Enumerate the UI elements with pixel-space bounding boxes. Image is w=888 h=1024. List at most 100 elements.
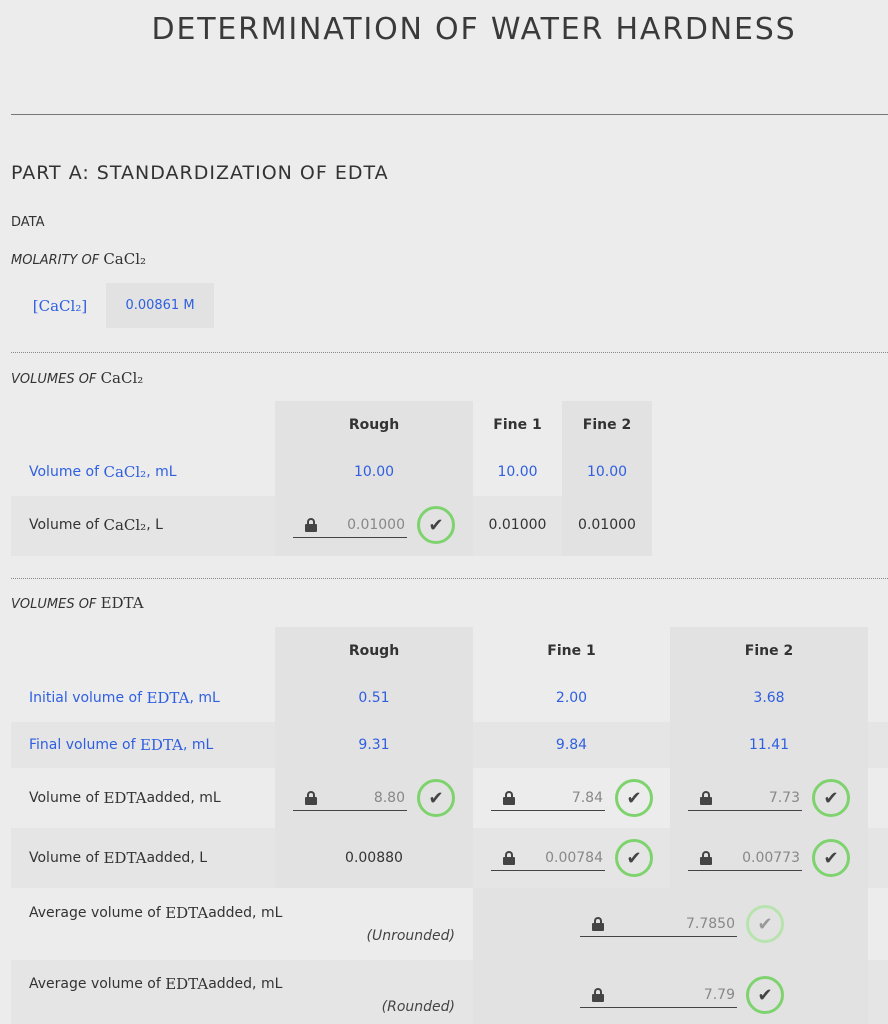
label-pre: Volume of — [29, 790, 100, 806]
label-chem: EDTA — [165, 904, 209, 922]
header-rough: Rough — [348, 643, 400, 659]
final-rough[interactable]: 9.31 — [275, 725, 473, 765]
label-post: , mL — [182, 737, 214, 753]
label-post: added, mL — [146, 790, 221, 806]
avg-rounded-value: 7.79 — [703, 986, 735, 1003]
lock-icon — [592, 916, 604, 931]
added-ml-rough-value: 8.80 — [373, 789, 405, 806]
label-pre: Volume of — [29, 850, 100, 866]
lock-icon — [305, 517, 317, 532]
vol-cacl2-heading-prefix: VOLUMES OF — [11, 372, 97, 387]
cacl2-ml-rough[interactable]: 10.00 — [275, 452, 473, 492]
label-chem: EDTA — [146, 689, 190, 707]
row-label-initial: Initial volume of EDTA, mL — [29, 678, 220, 718]
label-pre: Average volume of — [29, 976, 161, 992]
label-chem: EDTA — [139, 736, 183, 754]
added-ml-fine1-field[interactable]: 7.84 — [491, 785, 605, 811]
row-label-avg-rounded: Average volume of EDTA added, mL — [29, 973, 282, 995]
molarity-heading-chem: CaCl₂ — [103, 250, 147, 268]
label-pre: Final volume of — [29, 737, 136, 753]
label-post: added, mL — [208, 905, 283, 921]
initial-fine2[interactable]: 3.68 — [670, 678, 868, 718]
avg-unrounded-value: 7.7850 — [686, 915, 735, 932]
label-chem: EDTA — [165, 975, 209, 993]
added-l-fine1-value: 0.00784 — [545, 849, 603, 866]
row-label-final: Final volume of EDTA, mL — [29, 725, 213, 765]
added-ml-rough-field[interactable]: 8.80 — [293, 785, 407, 811]
label-post: added, mL — [208, 976, 283, 992]
vol-cacl2-heading: VOLUMES OF CaCl₂ — [11, 369, 143, 387]
avg-rounded-field[interactable]: 7.79 — [580, 982, 737, 1008]
initial-fine1[interactable]: 2.00 — [473, 678, 670, 718]
molarity-heading-prefix: MOLARITY OF — [11, 253, 100, 268]
vol-cacl2-heading-chem: CaCl₂ — [100, 369, 144, 387]
section-divider — [11, 352, 888, 353]
cacl2-molarity-value[interactable]: 0.00861 M — [106, 283, 214, 328]
cacl2-l-rough-value: 0.01000 — [347, 516, 405, 533]
avg-unrounded-field[interactable]: 7.7850 — [580, 911, 737, 937]
lock-icon — [305, 790, 317, 805]
added-l-fine1-field[interactable]: 0.00784 — [491, 845, 605, 871]
label-pre: Initial volume of — [29, 690, 142, 706]
added-l-fine2-value: 0.00773 — [742, 849, 800, 866]
added-ml-fine2-field[interactable]: 7.73 — [688, 785, 802, 811]
header-rough: Rough — [348, 417, 400, 433]
lock-icon — [592, 987, 604, 1002]
cacl2-ml-fine1[interactable]: 10.00 — [473, 452, 562, 492]
title-divider — [11, 114, 888, 115]
row-label-cacl2-l: Volume of CaCl₂, L — [29, 505, 163, 545]
added-ml-fine1-value: 7.84 — [571, 789, 603, 806]
check-circle-icon: ✔ — [812, 839, 850, 877]
check-circle-icon: ✔ — [417, 506, 455, 544]
lock-icon — [503, 790, 515, 805]
cacl2-symbol: [CaCl₂] — [32, 296, 88, 315]
label-post: added, L — [146, 850, 208, 866]
header-fine1: Fine 1 — [493, 417, 542, 433]
label-chem: CaCl₂ — [103, 516, 147, 534]
cacl2-ml-fine2[interactable]: 10.00 — [562, 452, 652, 492]
vol-edta-heading-chem: EDTA — [100, 594, 144, 612]
lock-icon — [700, 850, 712, 865]
label-pre: Volume of — [29, 464, 100, 480]
check-circle-icon: ✔ — [615, 779, 653, 817]
vol-edta-heading-prefix: VOLUMES OF — [11, 597, 97, 612]
row-label-added-ml: Volume of EDTA added, mL — [29, 778, 221, 818]
row-label-added-l: Volume of EDTA added, L — [29, 838, 207, 878]
molarity-heading: MOLARITY OF CaCl₂ — [11, 250, 146, 268]
lock-icon — [503, 850, 515, 865]
final-fine2[interactable]: 11.41 — [670, 725, 868, 765]
label-pre: Average volume of — [29, 905, 161, 921]
lock-icon — [700, 790, 712, 805]
header-fine1: Fine 1 — [547, 643, 596, 659]
label-post: , mL — [146, 464, 177, 480]
data-label: DATA — [11, 215, 45, 230]
header-fine2: Fine 2 — [582, 417, 632, 433]
cacl2-l-fine1: 0.01000 — [488, 517, 547, 533]
vol-edta-heading: VOLUMES OF EDTA — [11, 594, 144, 612]
check-circle-icon: ✔ — [615, 839, 653, 877]
check-circle-icon: ✔ — [417, 779, 455, 817]
header-fine2: Fine 2 — [744, 643, 794, 659]
label-post: , mL — [189, 690, 220, 706]
row-label-cacl2-ml: Volume of CaCl₂, mL — [29, 452, 177, 492]
check-circle-icon: ✔ — [812, 779, 850, 817]
page-title: DETERMINATION OF WATER HARDNESS — [151, 12, 797, 47]
label-chem: CaCl₂ — [103, 463, 147, 481]
added-l-rough: 0.00880 — [345, 850, 403, 866]
cacl2-l-rough-field[interactable]: 0.01000 — [293, 512, 407, 538]
cacl2-l-fine2: 0.01000 — [578, 517, 636, 533]
unrounded-note: (Unrounded) — [366, 928, 456, 944]
label-chem: EDTA — [103, 789, 147, 807]
initial-rough[interactable]: 0.51 — [275, 678, 473, 718]
label-post: , L — [146, 517, 163, 533]
row-label-avg-unrounded: Average volume of EDTA added, mL — [29, 902, 282, 924]
check-circle-icon: ✔ — [746, 976, 784, 1014]
added-l-fine2-field[interactable]: 0.00773 — [688, 845, 802, 871]
label-pre: Volume of — [29, 517, 100, 533]
rounded-note: (Rounded) — [381, 999, 455, 1015]
added-ml-fine2-value: 7.73 — [768, 789, 800, 806]
check-circle-icon: ✔ — [746, 905, 784, 943]
part-a-heading: PART A: STANDARDIZATION OF EDTA — [11, 162, 389, 184]
label-chem: EDTA — [103, 849, 147, 867]
final-fine1[interactable]: 9.84 — [473, 725, 670, 765]
